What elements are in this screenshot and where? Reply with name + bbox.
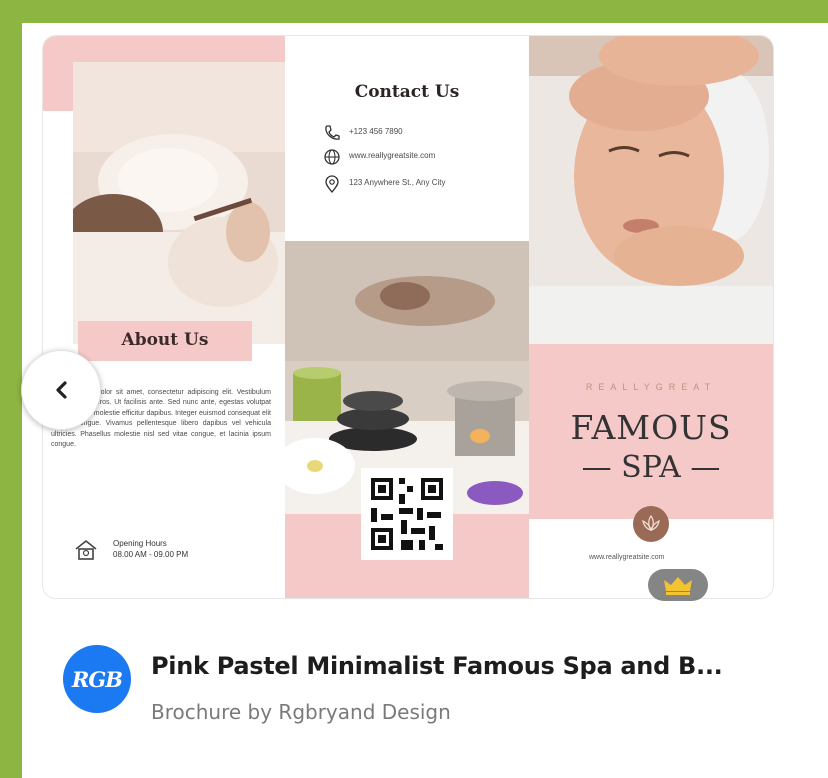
lotus-logo: [633, 506, 669, 542]
previous-slide-button[interactable]: [21, 350, 101, 430]
creator-avatar[interactable]: RGB: [63, 645, 131, 713]
about-title: About Us: [121, 330, 209, 350]
chevron-left-icon: [56, 381, 67, 399]
home-icon: [75, 539, 97, 560]
footer-site: www.reallygreatsite.com: [589, 554, 665, 561]
avatar-text: RGB: [71, 667, 123, 692]
facial-mask-photo: [73, 62, 285, 344]
contact-phone-text: +123 456 7890: [349, 127, 403, 136]
brochure-panel-right: REALLYGREAT FAMOUS — SPA — www.reallygre…: [529, 36, 773, 598]
brand-spa: — SPA —: [581, 450, 721, 485]
contact-title: Contact Us: [354, 82, 460, 102]
template-title[interactable]: Pink Pastel Minimalist Famous Spa and B.…: [151, 652, 723, 680]
brochure-panel-left: About Us Lorem ipsum dolor sit amet, con…: [43, 36, 285, 598]
premium-badge[interactable]: [648, 569, 708, 601]
crown-icon: [664, 577, 692, 595]
lotus-icon: [642, 514, 660, 532]
phone-icon: [325, 125, 340, 140]
brochure-panel-middle: Contact Us +123 456 7890 www.reallygreat…: [285, 36, 529, 598]
qr-code: [361, 468, 453, 560]
hours-label: Opening Hours: [113, 539, 167, 548]
contact-address-text: 123 Anywhere St., Any City: [349, 178, 446, 187]
brand-block: REALLYGREAT FAMOUS — SPA —: [529, 344, 773, 519]
brand-small-text: REALLYGREAT: [585, 382, 717, 392]
face-massage-photo: [529, 36, 773, 344]
contact-website-text: www.reallygreatsite.com: [349, 151, 436, 160]
brochure-preview[interactable]: About Us Lorem ipsum dolor sit amet, con…: [42, 35, 774, 599]
opening-hours: Opening Hours 08.00 AM - 09.00 PM: [73, 536, 273, 564]
brand-famous: FAMOUS: [570, 408, 732, 447]
globe-icon: [324, 149, 340, 165]
location-pin-icon: [325, 175, 339, 193]
template-subtitle[interactable]: Brochure by Rgbryand Design: [151, 700, 451, 724]
hours-value: 08.00 AM - 09.00 PM: [113, 550, 189, 559]
about-band: About Us: [78, 321, 252, 361]
